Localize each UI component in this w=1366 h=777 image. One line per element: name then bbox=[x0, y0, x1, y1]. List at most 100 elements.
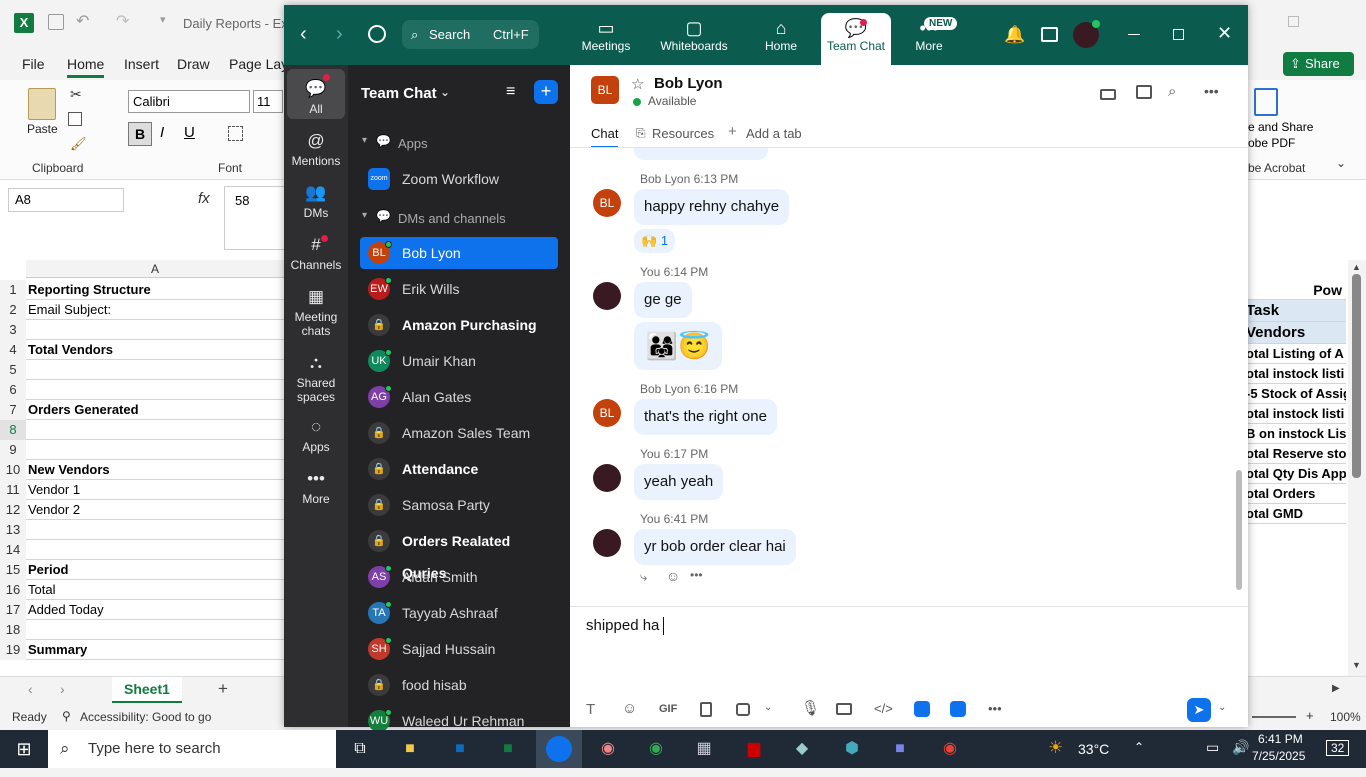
row-header[interactable]: 15 bbox=[0, 560, 26, 580]
rail-apps[interactable]: ◌ Apps bbox=[287, 417, 345, 454]
chat-list-item[interactable]: AS Aidan Smith bbox=[360, 561, 558, 593]
qat-customize-icon[interactable]: ▾ bbox=[160, 13, 166, 26]
row-header[interactable]: 16 bbox=[0, 580, 26, 600]
weather-icon[interactable]: ☀ bbox=[1048, 738, 1063, 758]
font-size-select[interactable]: 11 bbox=[253, 90, 283, 113]
reaction-chip[interactable]: 🙌 1 bbox=[634, 229, 676, 253]
my-avatar[interactable] bbox=[593, 529, 621, 557]
chat-list-item[interactable]: 🔒 Orders Realated Quries bbox=[360, 525, 558, 581]
right-cell[interactable]: otal instock listi bbox=[1246, 364, 1346, 384]
cell-a8[interactable] bbox=[26, 420, 284, 440]
tab-chat[interactable]: Chat bbox=[591, 126, 619, 148]
app-blue-icon-1[interactable] bbox=[914, 701, 930, 717]
back-icon[interactable]: ‹ bbox=[300, 23, 307, 46]
name-box[interactable]: A8 bbox=[8, 188, 124, 212]
chat-list-item[interactable]: UK Umair Khan bbox=[360, 345, 558, 377]
microphone-icon[interactable]: 🎙 bbox=[801, 699, 820, 717]
taskbar-search[interactable]: ⌕ Type here to search bbox=[48, 730, 336, 768]
share-button[interactable]: ⇪ Share bbox=[1283, 52, 1354, 76]
italic-button[interactable]: I bbox=[160, 124, 164, 141]
gif-icon[interactable]: GIF bbox=[659, 703, 677, 715]
cell-a15[interactable]: Period bbox=[26, 560, 284, 580]
nav-whiteboards[interactable]: ▢ Whiteboards bbox=[654, 5, 734, 65]
apps-panel-icon[interactable] bbox=[1041, 27, 1058, 42]
message-bubble[interactable]: happy rehny chahye bbox=[634, 189, 790, 225]
search-bar[interactable]: ⌕ Search Ctrl+F bbox=[402, 20, 539, 49]
history-icon[interactable] bbox=[368, 25, 386, 43]
chat-list-item[interactable]: SH Sajjad Hussain bbox=[360, 633, 558, 665]
share-screen-icon[interactable] bbox=[1136, 85, 1152, 99]
minimize-icon[interactable] bbox=[1128, 34, 1140, 35]
contact-name[interactable]: Bob Lyon bbox=[654, 75, 723, 92]
scroll-up-icon[interactable]: ▲ bbox=[1352, 262, 1361, 272]
nav-more[interactable]: •••More NEW bbox=[906, 5, 958, 65]
right-cell[interactable]: otal instock listi bbox=[1246, 404, 1346, 424]
nav-team-chat[interactable]: 💬 Team Chat bbox=[821, 13, 891, 65]
chrome-icon-2[interactable]: ◉ bbox=[930, 730, 970, 768]
cell-a14[interactable] bbox=[26, 540, 284, 560]
scroll-down-icon[interactable]: ▼ bbox=[1352, 660, 1361, 670]
calculator-icon[interactable]: ▦ bbox=[684, 730, 724, 768]
list-title-chevron-icon[interactable]: ⌄ bbox=[440, 85, 450, 99]
row-header[interactable]: 7 bbox=[0, 400, 26, 420]
borders-icon[interactable] bbox=[228, 126, 243, 141]
dms-section-label[interactable]: DMs and channels bbox=[398, 211, 506, 226]
cell-a19[interactable]: Summary bbox=[26, 640, 284, 660]
new-chat-button[interactable]: + bbox=[534, 80, 558, 104]
row-header[interactable]: 13 bbox=[0, 520, 26, 540]
contact-avatar[interactable]: BL bbox=[591, 76, 619, 104]
cell-a17[interactable]: Added Today bbox=[26, 600, 284, 620]
row-header[interactable]: 11 bbox=[0, 480, 26, 500]
filezilla-icon[interactable]: ▆ bbox=[734, 730, 774, 768]
save-icon[interactable] bbox=[48, 14, 64, 30]
row-header[interactable]: 8 bbox=[0, 420, 26, 440]
notifications-icon[interactable]: 🔔 bbox=[1004, 25, 1025, 45]
chat-scrollbar[interactable] bbox=[1236, 470, 1242, 590]
row-header[interactable]: 9 bbox=[0, 440, 26, 460]
right-cell[interactable]: otal Orders bbox=[1246, 484, 1346, 504]
row-header[interactable]: 18 bbox=[0, 620, 26, 640]
cell-a5[interactable] bbox=[26, 360, 284, 380]
rail-all[interactable]: 💬 All bbox=[287, 69, 345, 119]
message-avatar[interactable]: BL bbox=[593, 189, 621, 217]
right-cell[interactable]: otal GMD bbox=[1246, 504, 1346, 524]
chat-more-icon[interactable]: ••• bbox=[1204, 83, 1219, 99]
right-cell[interactable]: otal Qty Dis App bbox=[1246, 464, 1346, 484]
message-avatar[interactable]: BL bbox=[593, 399, 621, 427]
network-icon[interactable]: ▭ bbox=[1206, 739, 1219, 756]
profile-avatar[interactable] bbox=[1073, 20, 1100, 48]
screenshot-options-icon[interactable]: ⌄ bbox=[764, 702, 772, 713]
message-bubble[interactable]: that's the right one bbox=[634, 399, 777, 435]
reply-thread-icon[interactable]: ⤷ bbox=[640, 569, 647, 585]
right-cell[interactable]: Vendors bbox=[1246, 322, 1346, 344]
rail-mentions[interactable]: @ Mentions bbox=[287, 131, 345, 168]
right-cell[interactable]: B on instock Lis bbox=[1246, 424, 1346, 444]
chat-list-item[interactable]: BL Bob Lyon bbox=[360, 237, 558, 269]
right-cell[interactable]: Task bbox=[1246, 300, 1346, 322]
file-icon[interactable] bbox=[700, 702, 712, 717]
add-sheet-icon[interactable]: + bbox=[218, 679, 228, 699]
redo-icon[interactable]: ↷ bbox=[116, 11, 129, 31]
chat-list-item[interactable]: 🔒 Amazon Purchasing bbox=[360, 309, 558, 341]
right-cell[interactable]: -5 Stock of Assig bbox=[1246, 384, 1346, 404]
column-header-a[interactable]: A bbox=[26, 260, 284, 278]
font-name-select[interactable]: Calibri bbox=[128, 90, 250, 113]
copy-icon[interactable] bbox=[68, 112, 82, 126]
rail-channels[interactable]: # Channels bbox=[287, 235, 345, 272]
cell-a4[interactable]: Total Vendors bbox=[26, 340, 284, 360]
compose-more-icon[interactable]: ••• bbox=[988, 701, 1002, 716]
add-tab-icon[interactable]: + bbox=[728, 123, 737, 140]
row-header[interactable]: 14 bbox=[0, 540, 26, 560]
sheet-next-icon[interactable]: › bbox=[60, 681, 65, 697]
cell-a18[interactable] bbox=[26, 620, 284, 640]
weather-temp[interactable]: 33°C bbox=[1078, 741, 1109, 757]
vertical-scrollbar[interactable]: ▲ ▼ bbox=[1348, 260, 1366, 676]
tab-insert[interactable]: Insert bbox=[124, 56, 159, 72]
my-avatar[interactable] bbox=[593, 464, 621, 492]
my-avatar[interactable] bbox=[593, 282, 621, 310]
chat-list-item[interactable]: EW Erik Wills bbox=[360, 273, 558, 305]
adobe-pdf-icon[interactable] bbox=[1254, 88, 1278, 116]
formula-input[interactable]: 58 bbox=[224, 186, 288, 250]
hscroll-right-icon[interactable]: ▶ bbox=[1332, 683, 1340, 694]
message-bubble[interactable]: yeah yeah bbox=[634, 464, 724, 500]
